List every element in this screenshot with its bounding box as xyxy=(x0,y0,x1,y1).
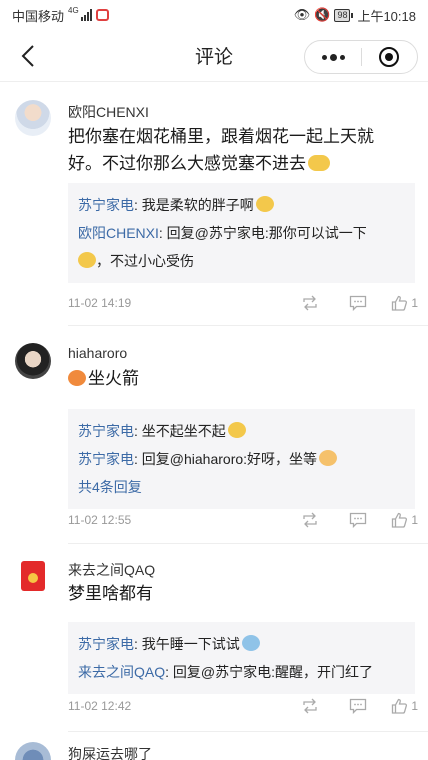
reply-item: 欧阳CHENXI: 回复@苏宁家电:那你可以试一下 xyxy=(78,219,405,247)
comment-time: 11-02 14:19 xyxy=(68,296,132,310)
avatar[interactable] xyxy=(15,100,51,136)
laugh-emoji-icon xyxy=(227,422,246,438)
like-button[interactable]: 1 xyxy=(391,698,418,714)
reply-text: : 我是柔软的胖子啊 xyxy=(134,197,254,213)
comment-body: 梦里啥都有 xyxy=(68,580,398,607)
mini-program-capsule xyxy=(304,40,418,74)
repost-button[interactable] xyxy=(295,698,325,714)
navigation-header: 评论 xyxy=(0,30,428,82)
dot-icon xyxy=(321,54,327,60)
comment-meta: 11-02 12:42 1 xyxy=(68,696,418,716)
dot-icon xyxy=(329,53,337,61)
comment-time: 11-02 12:42 xyxy=(68,699,132,713)
comment-item: 狗屎运去哪了 xyxy=(0,739,428,760)
reply-username[interactable]: 苏宁家电 xyxy=(78,197,134,213)
thumbs-up-icon xyxy=(392,512,408,528)
eye-icon: 👁 xyxy=(293,7,311,22)
reply-item: 苏宁家电: 我是柔软的胖子啊 xyxy=(78,191,405,219)
comment-item: 欧阳CHENXI 把你塞在烟花桶里，跟着烟花一起上天就好。不过你那么大感觉塞不进… xyxy=(0,82,428,327)
reply-text: : 回复@苏宁家电:那你可以试一下 xyxy=(158,225,367,241)
thumbs-up-icon xyxy=(392,698,408,714)
comment-username[interactable]: 欧阳CHENXI xyxy=(68,102,149,122)
like-button[interactable]: 1 xyxy=(391,295,418,311)
network-type: 4G xyxy=(68,5,79,15)
reply-text: : 我午睡一下试试 xyxy=(134,636,240,652)
reply-text: : 回复@苏宁家电:醒醒，开门红了 xyxy=(165,664,374,680)
comment-text: 坐火箭 xyxy=(88,369,139,388)
reply-box[interactable]: 苏宁家电: 坐不起坐不起 苏宁家电: 回复@hiaharoro:好呀，坐等 共4… xyxy=(68,409,415,509)
thumbs-up-icon xyxy=(392,295,408,311)
like-count: 1 xyxy=(411,296,418,310)
mute-icon: 🔇 xyxy=(314,7,331,22)
more-replies-link[interactable]: 共4条回复 xyxy=(78,473,405,501)
close-button[interactable] xyxy=(362,41,417,73)
reply-username[interactable]: 来去之间QAQ xyxy=(78,664,165,680)
reply-item: 苏宁家电: 回复@hiaharoro:好呀，坐等 xyxy=(78,445,405,473)
avatar[interactable] xyxy=(18,558,48,594)
dot-icon xyxy=(339,54,345,60)
reply-text-continued: ，不过小心受伤 xyxy=(96,253,194,269)
comment-icon xyxy=(350,698,367,714)
like-count: 1 xyxy=(411,513,418,527)
reply-box[interactable]: 苏宁家电: 我是柔软的胖子啊 欧阳CHENXI: 回复@苏宁家电:那你可以试一下… xyxy=(68,183,415,283)
like-button[interactable]: 1 xyxy=(391,512,418,528)
reply-username[interactable]: 欧阳CHENXI xyxy=(78,225,159,241)
status-bar: 中国移动 4G 👁 🔇 98 上午10:18 xyxy=(0,0,428,30)
divider xyxy=(68,543,428,544)
reply-username[interactable]: 苏宁家电 xyxy=(78,423,134,439)
signal-icon xyxy=(80,9,92,21)
reply-item: ，不过小心受伤 xyxy=(78,247,405,275)
avatar[interactable] xyxy=(15,343,51,379)
reply-username[interactable]: 苏宁家电 xyxy=(78,636,134,652)
cat-emoji-icon xyxy=(319,450,338,466)
comment-username[interactable]: hiaharoro xyxy=(68,345,127,361)
clock: 上午10:18 xyxy=(357,8,416,24)
repost-icon xyxy=(303,698,317,714)
reply-text: : 回复@hiaharoro:好呀，坐等 xyxy=(134,451,318,467)
comment-button[interactable] xyxy=(343,698,373,714)
reply-item: 来去之间QAQ: 回复@苏宁家电:醒醒，开门红了 xyxy=(78,658,405,686)
comment-icon xyxy=(350,295,367,311)
battery-icon: 98 xyxy=(334,8,354,22)
comment-body: 把你塞在烟花桶里，跟着烟花一起上天就好。不过你那么大感觉塞不进去 xyxy=(68,123,398,177)
glasses-emoji-icon xyxy=(308,155,330,171)
avatar[interactable] xyxy=(15,742,51,760)
like-count: 1 xyxy=(411,699,418,713)
repost-icon xyxy=(303,295,317,311)
target-icon xyxy=(379,47,400,67)
person-emoji-icon xyxy=(68,370,86,386)
comment-item: 来去之间QAQ 梦里啥都有 苏宁家电: 我午睡一下试试 来去之间QAQ: 回复@… xyxy=(0,545,428,739)
comment-icon xyxy=(350,512,367,528)
divider xyxy=(68,731,428,732)
comment-time: 11-02 12:55 xyxy=(68,513,132,527)
reply-item: 苏宁家电: 我午睡一下试试 xyxy=(78,630,405,658)
sleep-emoji-icon xyxy=(241,635,260,651)
comment-body: 坐火箭 xyxy=(68,365,398,392)
more-button[interactable] xyxy=(305,41,361,73)
comment-button[interactable] xyxy=(343,295,373,311)
reply-box[interactable]: 苏宁家电: 我午睡一下试试 来去之间QAQ: 回复@苏宁家电:醒醒，开门红了 xyxy=(68,622,415,694)
divider xyxy=(68,325,428,326)
laugh-emoji-icon xyxy=(78,252,96,268)
reply-text: : 坐不起坐不起 xyxy=(134,423,226,439)
repost-icon xyxy=(303,512,317,528)
comment-username[interactable]: 来去之间QAQ xyxy=(68,560,155,580)
comment-username[interactable]: 狗屎运去哪了 xyxy=(68,744,152,760)
reply-item: 苏宁家电: 坐不起坐不起 xyxy=(78,417,405,445)
comment-list[interactable]: 欧阳CHENXI 把你塞在烟花桶里，跟着烟花一起上天就好。不过你那么大感觉塞不进… xyxy=(0,82,428,760)
comment-button[interactable] xyxy=(343,512,373,528)
comment-item: hiaharoro 坐火箭 苏宁家电: 坐不起坐不起 苏宁家电: 回复@hiah… xyxy=(0,327,428,545)
comment-text: 梦里啥都有 xyxy=(68,584,153,603)
repost-button[interactable] xyxy=(295,512,325,528)
comment-meta: 11-02 12:55 1 xyxy=(68,510,418,530)
battery-level: 98 xyxy=(334,8,351,22)
notification-icon xyxy=(95,9,109,21)
comment-meta: 11-02 14:19 1 xyxy=(68,293,418,313)
reply-username[interactable]: 苏宁家电 xyxy=(78,451,134,467)
repost-button[interactable] xyxy=(295,295,325,311)
carrier-label: 中国移动 xyxy=(12,8,65,24)
hug-emoji-icon xyxy=(255,196,274,212)
